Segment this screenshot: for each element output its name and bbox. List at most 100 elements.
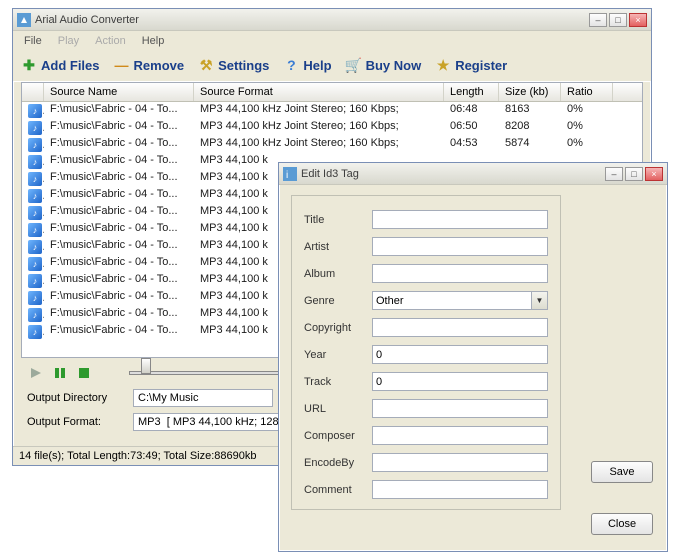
output-dir-input[interactable] bbox=[133, 389, 273, 407]
url-input[interactable] bbox=[372, 399, 548, 418]
music-file-icon: ♪ bbox=[28, 121, 42, 135]
cell-source-name: F:\music\Fabric - 04 - To... bbox=[44, 136, 194, 153]
music-file-icon: ♪ bbox=[28, 325, 42, 339]
music-file-icon: ♪ bbox=[28, 172, 42, 186]
save-button[interactable]: Save bbox=[591, 461, 653, 483]
register-icon: ★ bbox=[435, 57, 451, 73]
dialog-maximize-button[interactable]: □ bbox=[625, 167, 643, 181]
add-files-label: Add Files bbox=[41, 58, 100, 73]
dialog-titlebar[interactable]: i Edit Id3 Tag – □ × bbox=[279, 163, 667, 185]
play-button[interactable] bbox=[27, 364, 45, 382]
col-size[interactable]: Size (kb) bbox=[499, 83, 561, 101]
help-button[interactable]: ? Help bbox=[283, 57, 331, 73]
cell-source-name: F:\music\Fabric - 04 - To... bbox=[44, 306, 194, 323]
stop-button[interactable] bbox=[75, 364, 93, 382]
music-file-icon: ♪ bbox=[28, 189, 42, 203]
main-title: Arial Audio Converter bbox=[35, 14, 585, 26]
main-titlebar[interactable]: Arial Audio Converter – □ × bbox=[13, 9, 651, 31]
add-files-button[interactable]: ✚ Add Files bbox=[21, 57, 100, 73]
cell-length: 06:48 bbox=[444, 102, 499, 119]
list-item[interactable]: ♪F:\music\Fabric - 04 - To...MP3 44,100 … bbox=[22, 119, 642, 136]
maximize-button[interactable]: □ bbox=[609, 13, 627, 27]
music-file-icon: ♪ bbox=[28, 206, 42, 220]
close-dialog-button[interactable]: Close bbox=[591, 513, 653, 535]
cell-source-name: F:\music\Fabric - 04 - To... bbox=[44, 238, 194, 255]
track-label: Track bbox=[304, 376, 368, 388]
artist-input[interactable] bbox=[372, 237, 548, 256]
cell-ratio: 0% bbox=[561, 136, 613, 153]
plus-icon: ✚ bbox=[21, 57, 37, 73]
col-length[interactable]: Length bbox=[444, 83, 499, 101]
app-icon bbox=[17, 13, 31, 27]
id3-form: Title Artist Album Genre Other ▼ Copyrig… bbox=[291, 195, 561, 510]
list-item[interactable]: ♪F:\music\Fabric - 04 - To...MP3 44,100 … bbox=[22, 102, 642, 119]
settings-button[interactable]: ⚒ Settings bbox=[198, 57, 269, 73]
title-input[interactable] bbox=[372, 210, 548, 229]
comment-input[interactable] bbox=[372, 480, 548, 499]
menubar: File Play Action Help bbox=[13, 31, 651, 51]
settings-icon: ⚒ bbox=[198, 57, 214, 73]
genre-label: Genre bbox=[304, 295, 368, 307]
dialog-minimize-button[interactable]: – bbox=[605, 167, 623, 181]
copyright-input[interactable] bbox=[372, 318, 548, 337]
year-label: Year bbox=[304, 349, 368, 361]
comment-label: Comment bbox=[304, 484, 368, 496]
list-header[interactable]: Source Name Source Format Length Size (k… bbox=[22, 83, 642, 102]
menu-help[interactable]: Help bbox=[135, 33, 172, 49]
music-file-icon: ♪ bbox=[28, 223, 42, 237]
cell-size: 5874 bbox=[499, 136, 561, 153]
composer-label: Composer bbox=[304, 430, 368, 442]
pause-button[interactable] bbox=[51, 364, 69, 382]
register-button[interactable]: ★ Register bbox=[435, 57, 507, 73]
slider-thumb[interactable] bbox=[141, 358, 151, 374]
encodeby-input[interactable] bbox=[372, 453, 548, 472]
album-input[interactable] bbox=[372, 264, 548, 283]
dropdown-arrow-icon[interactable]: ▼ bbox=[531, 292, 547, 309]
col-source-name[interactable]: Source Name bbox=[44, 83, 194, 101]
music-file-icon: ♪ bbox=[28, 240, 42, 254]
cell-source-format: MP3 44,100 kHz Joint Stereo; 160 Kbps; bbox=[194, 102, 444, 119]
minimize-button[interactable]: – bbox=[589, 13, 607, 27]
cell-source-name: F:\music\Fabric - 04 - To... bbox=[44, 289, 194, 306]
cell-source-name: F:\music\Fabric - 04 - To... bbox=[44, 255, 194, 272]
cell-source-name: F:\music\Fabric - 04 - To... bbox=[44, 272, 194, 289]
cell-source-name: F:\music\Fabric - 04 - To... bbox=[44, 102, 194, 119]
col-icon[interactable] bbox=[22, 83, 44, 101]
track-input[interactable] bbox=[372, 372, 548, 391]
title-label: Title bbox=[304, 214, 368, 226]
col-ratio[interactable]: Ratio bbox=[561, 83, 613, 101]
music-file-icon: ♪ bbox=[28, 274, 42, 288]
edit-id3-dialog: i Edit Id3 Tag – □ × Title Artist Album … bbox=[278, 162, 668, 552]
music-file-icon: ♪ bbox=[28, 291, 42, 305]
cell-ratio: 0% bbox=[561, 119, 613, 136]
list-item[interactable]: ♪F:\music\Fabric - 04 - To...MP3 44,100 … bbox=[22, 136, 642, 153]
url-label: URL bbox=[304, 403, 368, 415]
cell-ratio: 0% bbox=[561, 102, 613, 119]
remove-button[interactable]: — Remove bbox=[114, 57, 185, 73]
artist-label: Artist bbox=[304, 241, 368, 253]
close-button[interactable]: × bbox=[629, 13, 647, 27]
menu-file[interactable]: File bbox=[17, 33, 49, 49]
year-input[interactable] bbox=[372, 345, 548, 364]
cell-source-name: F:\music\Fabric - 04 - To... bbox=[44, 187, 194, 204]
composer-input[interactable] bbox=[372, 426, 548, 445]
cell-source-format: MP3 44,100 kHz Joint Stereo; 160 Kbps; bbox=[194, 136, 444, 153]
col-source-format[interactable]: Source Format bbox=[194, 83, 444, 101]
menu-play[interactable]: Play bbox=[51, 33, 86, 49]
buy-label: Buy Now bbox=[366, 58, 422, 73]
menu-action[interactable]: Action bbox=[88, 33, 133, 49]
cell-source-name: F:\music\Fabric - 04 - To... bbox=[44, 323, 194, 340]
toolbar: ✚ Add Files — Remove ⚒ Settings ? Help 🛒… bbox=[13, 51, 651, 82]
dialog-close-button[interactable]: × bbox=[645, 167, 663, 181]
register-label: Register bbox=[455, 58, 507, 73]
minus-icon: — bbox=[114, 57, 130, 73]
buy-now-button[interactable]: 🛒 Buy Now bbox=[346, 57, 422, 73]
cell-length: 04:53 bbox=[444, 136, 499, 153]
album-label: Album bbox=[304, 268, 368, 280]
genre-select[interactable]: Other bbox=[372, 291, 548, 310]
cell-size: 8208 bbox=[499, 119, 561, 136]
svg-text:i: i bbox=[286, 170, 288, 181]
music-file-icon: ♪ bbox=[28, 308, 42, 322]
music-file-icon: ♪ bbox=[28, 104, 42, 118]
settings-label: Settings bbox=[218, 58, 269, 73]
